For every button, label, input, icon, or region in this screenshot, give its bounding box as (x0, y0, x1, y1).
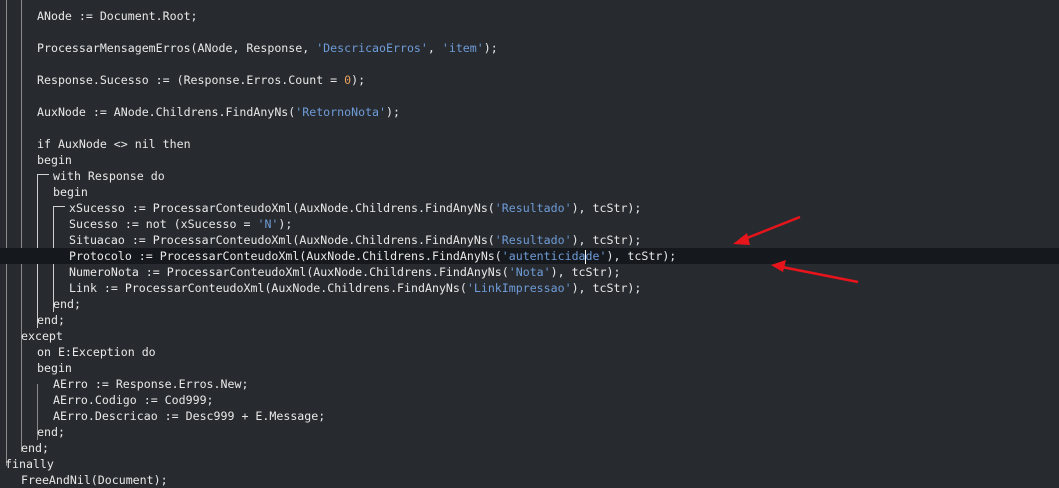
code-token: ), tcStr); (571, 281, 642, 295)
code-text: end; (37, 312, 65, 328)
code-token: ); (483, 41, 498, 55)
code-token: ProcessarMensagemErros(ANode, Response, (37, 41, 317, 55)
code-token: begin (53, 185, 88, 199)
code-line[interactable]: Response.Sucesso := (Response.Erros.Coun… (0, 72, 1059, 88)
code-token: Situacao := ProcessarConteudoXml(AuxNode… (69, 233, 495, 247)
code-text: xSucesso := ProcessarConteudoXml(AuxNode… (69, 200, 641, 216)
code-token: ), tcStr); (606, 249, 677, 263)
code-token: finally (5, 457, 54, 471)
code-token: ); (386, 105, 400, 119)
code-line[interactable]: with Response do (0, 168, 1059, 184)
code-token: ), tcStr); (571, 201, 642, 215)
code-line[interactable]: begin (0, 184, 1059, 200)
code-token: ); (351, 73, 366, 87)
code-line[interactable]: Link := ProcessarConteudoXml(AuxNode.Chi… (0, 280, 1059, 296)
code-token: , (427, 41, 442, 55)
code-token: except (21, 329, 63, 343)
code-line[interactable]: end; (0, 312, 1059, 328)
code-line[interactable]: AErro := Response.Erros.New; (0, 376, 1059, 392)
code-line[interactable]: AuxNode := ANode.Childrens.FindAnyNs('Re… (0, 104, 1059, 120)
code-token: with Response do (53, 169, 165, 183)
code-line[interactable]: on E:Exception do (0, 344, 1059, 360)
code-line[interactable]: ANode := Document.Root; (0, 8, 1059, 24)
code-line[interactable]: end; (0, 440, 1059, 456)
code-line[interactable]: begin (0, 360, 1059, 376)
code-token: end; (53, 297, 81, 311)
code-token: if AuxNode <> nil then (37, 137, 191, 151)
code-token: Link := ProcessarConteudoXml(AuxNode.Chi… (69, 281, 467, 295)
code-token: AuxNode := ANode.Childrens.FindAnyNs( (37, 105, 296, 119)
code-token: NumeroNota := ProcessarConteudoXml(AuxNo… (69, 265, 509, 279)
code-token: FreeAndNil(Document); (21, 473, 168, 487)
code-text: Link := ProcessarConteudoXml(AuxNode.Chi… (69, 280, 641, 296)
string-literal: 'item' (441, 41, 484, 55)
code-line[interactable]: begin (0, 152, 1059, 168)
code-token: ), tcStr); (550, 265, 621, 279)
code-token: ANode := Document.Root; (37, 9, 198, 23)
string-literal: 'Nota' (508, 265, 551, 279)
string-literal: 'Resultado' (494, 233, 572, 247)
code-text: begin (53, 184, 88, 200)
code-token: AErro := Response.Erros.New; (53, 377, 249, 391)
code-token: AErro.Codigo := Cod999; (53, 393, 214, 407)
code-token: Response.Sucesso := (Response.Erros.Coun… (37, 73, 345, 87)
code-text: AuxNode := ANode.Childrens.FindAnyNs('Re… (37, 104, 400, 120)
code-text: begin (37, 360, 72, 376)
string-literal: 'RetornoNota' (295, 105, 387, 119)
code-line[interactable]: ProcessarMensagemErros(ANode, Response, … (0, 40, 1059, 56)
code-line[interactable]: except (0, 328, 1059, 344)
code-token: begin (37, 153, 72, 167)
code-token: ); (278, 217, 293, 231)
code-text: finally (5, 456, 54, 472)
code-text: NumeroNota := ProcessarConteudoXml(AuxNo… (69, 264, 620, 280)
code-line[interactable]: finally (0, 456, 1059, 472)
code-token: ), tcStr); (571, 233, 642, 247)
code-text: begin (37, 152, 72, 168)
code-text: ProcessarMensagemErros(ANode, Response, … (37, 40, 498, 56)
code-text: Situacao := ProcessarConteudoXml(AuxNode… (69, 232, 641, 248)
code-text: end; (21, 440, 49, 456)
code-text: Response.Sucesso := (Response.Erros.Coun… (37, 72, 365, 88)
code-text: except (21, 328, 63, 344)
code-text: AErro := Response.Erros.New; (53, 376, 248, 392)
code-line[interactable]: AErro.Descricao := Desc999 + E.Message; (0, 408, 1059, 424)
code-token: Sucesso := not (xSucesso = (69, 217, 258, 231)
code-text: AErro.Descricao := Desc999 + E.Message; (53, 408, 325, 424)
code-token: end; (37, 313, 65, 327)
code-token: on E:Exception do (37, 345, 156, 359)
string-literal: 'N' (257, 217, 279, 231)
string-literal: 'DescricaoErros' (316, 41, 428, 55)
code-token: AErro.Descricao := Desc999 + E.Message; (53, 409, 326, 423)
code-text: AErro.Codigo := Cod999; (53, 392, 214, 408)
code-editor[interactable]: ANode := Document.Root; ProcessarMensagem… (0, 0, 1059, 487)
code-token: Protocolo := ProcessarConteudoXml(AuxNod… (69, 249, 502, 263)
code-token: xSucesso := ProcessarConteudoXml(AuxNode… (69, 201, 495, 215)
code-line[interactable]: if AuxNode <> nil then (0, 136, 1059, 152)
code-text: Sucesso := not (xSucesso = 'N'); (69, 216, 292, 232)
string-literal: 'LinkImpressao' (466, 281, 572, 295)
code-text: end; (53, 296, 81, 312)
code-text: Protocolo := ProcessarConteudoXml(AuxNod… (69, 248, 676, 264)
code-token: end; (37, 425, 65, 439)
string-literal: de' (585, 249, 607, 263)
code-line[interactable]: AErro.Codigo := Cod999; (0, 392, 1059, 408)
code-token: begin (37, 361, 72, 375)
string-literal: 'Resultado' (494, 201, 572, 215)
code-text: end; (37, 424, 65, 440)
code-text: if AuxNode <> nil then (37, 136, 191, 152)
code-text: on E:Exception do (37, 344, 156, 360)
code-line[interactable]: Situacao := ProcessarConteudoXml(AuxNode… (0, 232, 1059, 248)
code-line[interactable]: end; (0, 296, 1059, 312)
code-text: ANode := Document.Root; (37, 8, 198, 24)
current-code-line[interactable]: Protocolo := ProcessarConteudoXml(AuxNod… (0, 248, 1059, 264)
code-text: with Response do (53, 168, 165, 184)
code-line[interactable]: xSucesso := ProcessarConteudoXml(AuxNode… (0, 200, 1059, 216)
code-line[interactable]: end; (0, 424, 1059, 440)
string-literal: 'autenticida (501, 249, 586, 263)
code-token: end; (21, 441, 49, 455)
code-line[interactable]: Sucesso := not (xSucesso = 'N'); (0, 216, 1059, 232)
code-line[interactable]: NumeroNota := ProcessarConteudoXml(AuxNo… (0, 264, 1059, 280)
